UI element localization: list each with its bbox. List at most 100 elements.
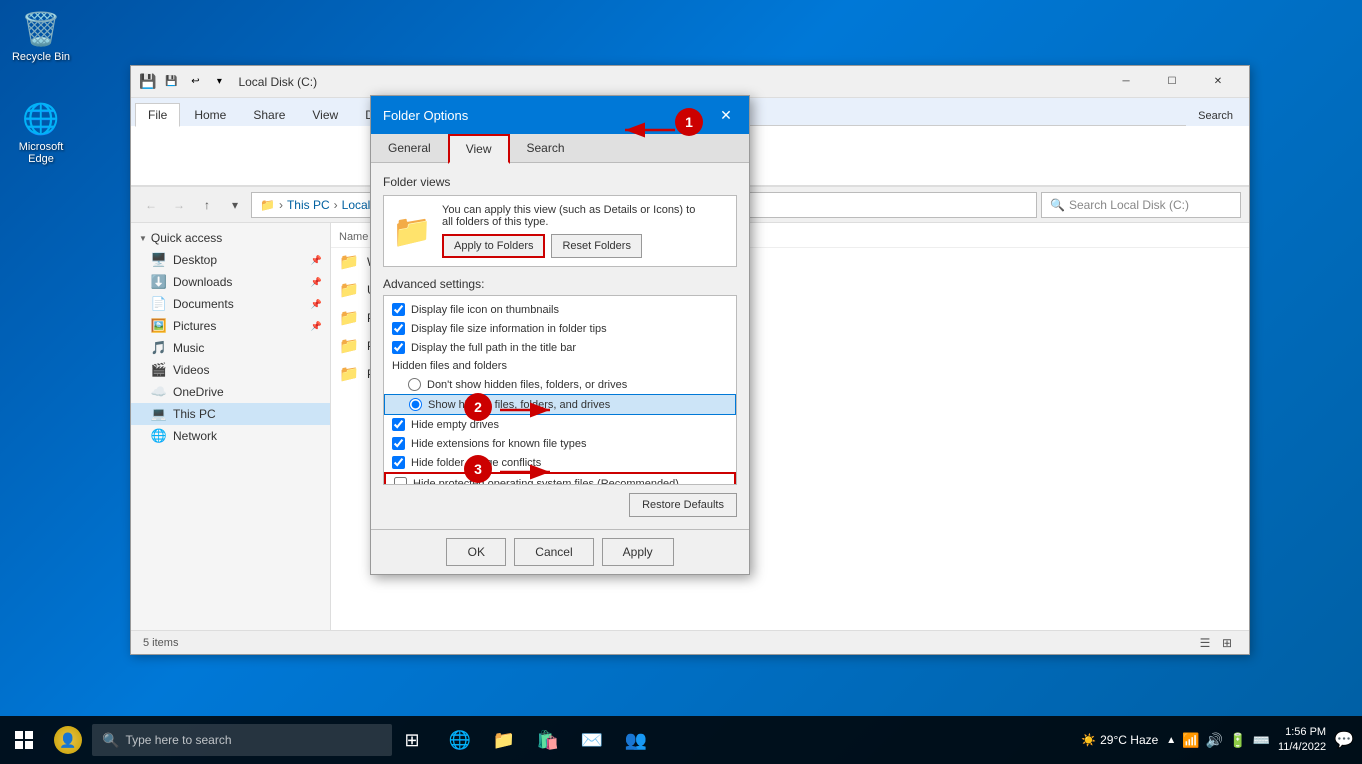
dialog-tab-view[interactable]: View <box>448 134 510 164</box>
rb-show-hidden[interactable] <box>409 398 422 411</box>
rb-dont-show-hidden[interactable] <box>408 378 421 391</box>
cb-file-size-info[interactable] <box>392 322 405 335</box>
details-view-btn[interactable]: ☰ <box>1195 633 1215 653</box>
status-bar: 5 items ☰ ⊞ <box>131 630 1249 654</box>
task-view-button[interactable]: ⊞ <box>392 720 432 760</box>
cb-hide-merge[interactable] <box>392 456 405 469</box>
sidebar-item-music[interactable]: 🎵 Music <box>131 337 330 359</box>
tray-volume-icon[interactable]: 🔊 <box>1206 732 1223 749</box>
cb-file-icon-thumbnails[interactable] <box>392 303 405 316</box>
taskbar-edge-icon[interactable]: 🌐 <box>440 720 480 760</box>
cb-hide-protected-os[interactable] <box>394 477 407 485</box>
apply-to-folders-button[interactable]: Apply to Folders <box>442 234 545 258</box>
tray-clock[interactable]: 1:56 PM 11/4/2022 <box>1278 725 1326 756</box>
tab-home[interactable]: Home <box>181 103 239 126</box>
sidebar-item-pictures[interactable]: 🖼️ Pictures 📌 <box>131 315 330 337</box>
cb-hide-empty-drives[interactable] <box>392 418 405 431</box>
recent-locations-button[interactable]: ▾ <box>223 193 247 217</box>
recycle-bin-icon[interactable]: 🗑️ Recycle Bin <box>5 5 77 67</box>
sidebar-item-this-pc[interactable]: 💻 This PC <box>131 403 330 425</box>
setting-file-icon-thumbnails[interactable]: Display file icon on thumbnails <box>384 300 736 319</box>
pin-icon-downloads: 📌 <box>311 277 322 288</box>
setting-show-hidden[interactable]: Show hidden files, folders, and drives <box>384 394 736 415</box>
folder-icon-perflogs: 📁 <box>339 364 359 384</box>
pictures-nav-icon: 🖼️ <box>151 318 167 334</box>
taskbar-mail-icon[interactable]: ✉️ <box>572 720 612 760</box>
cortana-icon[interactable]: 👤 <box>48 720 88 760</box>
close-button[interactable]: ✕ <box>1195 66 1241 98</box>
setting-hide-protected-os[interactable]: Hide protected operating system files (R… <box>384 472 736 485</box>
cb-hide-extensions[interactable] <box>392 437 405 450</box>
qa-save-btn[interactable]: 💾 <box>160 71 182 93</box>
title-bar-icon: 💾 <box>139 73 156 90</box>
folder-preview-icon: 📁 <box>392 211 432 251</box>
maximize-button[interactable]: ☐ <box>1149 66 1195 98</box>
restore-defaults-area: Restore Defaults <box>383 493 737 517</box>
sidebar-item-downloads[interactable]: ⬇️ Downloads 📌 <box>131 271 330 293</box>
qa-dropdown-btn[interactable]: ▾ <box>208 71 230 93</box>
tray-weather[interactable]: ☀️ 29°C Haze <box>1081 733 1158 747</box>
onedrive-nav-icon: ☁️ <box>151 384 167 400</box>
forward-button[interactable]: → <box>167 193 191 217</box>
taskbar-search-icon: 🔍 <box>102 732 119 749</box>
tab-file[interactable]: File <box>135 103 180 127</box>
ok-button[interactable]: OK <box>446 538 506 566</box>
videos-nav-icon: 🎬 <box>151 362 167 378</box>
tray-chevron-icon[interactable]: ▲ <box>1166 735 1176 746</box>
tab-share[interactable]: Share <box>240 103 298 126</box>
restore-defaults-button[interactable]: Restore Defaults <box>629 493 737 517</box>
system-tray: ☀️ 29°C Haze ▲ 📶 🔊 🔋 ⌨️ 1:56 PM 11/4/202… <box>1081 725 1362 756</box>
settings-list[interactable]: Display file icon on thumbnails Display … <box>383 295 737 485</box>
cancel-button[interactable]: Cancel <box>514 538 593 566</box>
dialog-tab-general[interactable]: General <box>371 134 448 163</box>
taskbar-file-explorer-icon[interactable]: 📁 <box>484 720 524 760</box>
dialog-close-button[interactable]: ✕ <box>715 104 737 126</box>
sidebar-item-documents[interactable]: 📄 Documents 📌 <box>131 293 330 315</box>
desktop-nav-icon: 🖥️ <box>151 252 167 268</box>
tray-keyboard-icon[interactable]: ⌨️ <box>1253 732 1270 749</box>
edge-icon[interactable]: 🌐 Microsoft Edge <box>5 95 77 169</box>
sidebar-item-videos[interactable]: 🎬 Videos <box>131 359 330 381</box>
dialog-footer: OK Cancel Apply <box>371 529 749 574</box>
setting-dont-show-hidden[interactable]: Don't show hidden files, folders, or dri… <box>384 375 736 394</box>
folder-views-section: Folder views 📁 You can apply this view (… <box>383 175 737 267</box>
search-bar[interactable]: 🔍 Search Local Disk (C:) <box>1041 192 1241 218</box>
reset-folders-button[interactable]: Reset Folders <box>551 234 641 258</box>
advanced-label: Advanced settings: <box>383 277 737 291</box>
back-button[interactable]: ← <box>139 193 163 217</box>
folder-views-label: Folder views <box>383 175 737 189</box>
ribbon-search-label: Search <box>1198 110 1233 122</box>
cb-full-path[interactable] <box>392 341 405 354</box>
minimize-button[interactable]: ─ <box>1103 66 1149 98</box>
setting-hide-empty-drives[interactable]: Hide empty drives <box>384 415 736 434</box>
large-icons-view-btn[interactable]: ⊞ <box>1217 633 1237 653</box>
up-button[interactable]: ↑ <box>195 193 219 217</box>
dialog-title: Folder Options <box>383 108 468 123</box>
folder-icon-pfx86: 📁 <box>339 308 359 328</box>
taskbar-app-icons: 🌐 📁 🛍️ ✉️ 👥 <box>440 720 656 760</box>
setting-hide-extensions[interactable]: Hide extensions for known file types <box>384 434 736 453</box>
setting-hide-merge-conflicts[interactable]: Hide folder merge conflicts <box>384 453 736 472</box>
nav-panel: ▼ Quick access 🖥️ Desktop 📌 ⬇️ Downloads… <box>131 223 331 630</box>
tab-view[interactable]: View <box>299 103 351 126</box>
taskbar-teams-icon[interactable]: 👥 <box>616 720 656 760</box>
quick-access-header[interactable]: ▼ Quick access <box>131 227 330 249</box>
dialog-tab-search[interactable]: Search <box>510 134 582 163</box>
item-count: 5 items <box>143 637 178 649</box>
folder-icon-windows: 📁 <box>339 252 359 272</box>
notification-icon[interactable]: 💬 <box>1334 730 1354 750</box>
apply-button[interactable]: Apply <box>602 538 674 566</box>
dialog-title-bar: Folder Options ✕ <box>371 96 749 134</box>
taskbar-store-icon[interactable]: 🛍️ <box>528 720 568 760</box>
cortana-circle: 👤 <box>54 726 82 754</box>
tray-network-icon[interactable]: 📶 <box>1182 732 1199 749</box>
taskbar-search[interactable]: 🔍 Type here to search <box>92 724 392 756</box>
sidebar-item-onedrive[interactable]: ☁️ OneDrive <box>131 381 330 403</box>
sidebar-item-network[interactable]: 🌐 Network <box>131 425 330 447</box>
setting-full-path[interactable]: Display the full path in the title bar <box>384 338 736 357</box>
sidebar-item-desktop[interactable]: 🖥️ Desktop 📌 <box>131 249 330 271</box>
qa-undo-btn[interactable]: ↩ <box>184 71 206 93</box>
tray-battery-icon[interactable]: 🔋 <box>1229 732 1246 749</box>
setting-file-size-info[interactable]: Display file size information in folder … <box>384 319 736 338</box>
start-button[interactable] <box>0 716 48 764</box>
